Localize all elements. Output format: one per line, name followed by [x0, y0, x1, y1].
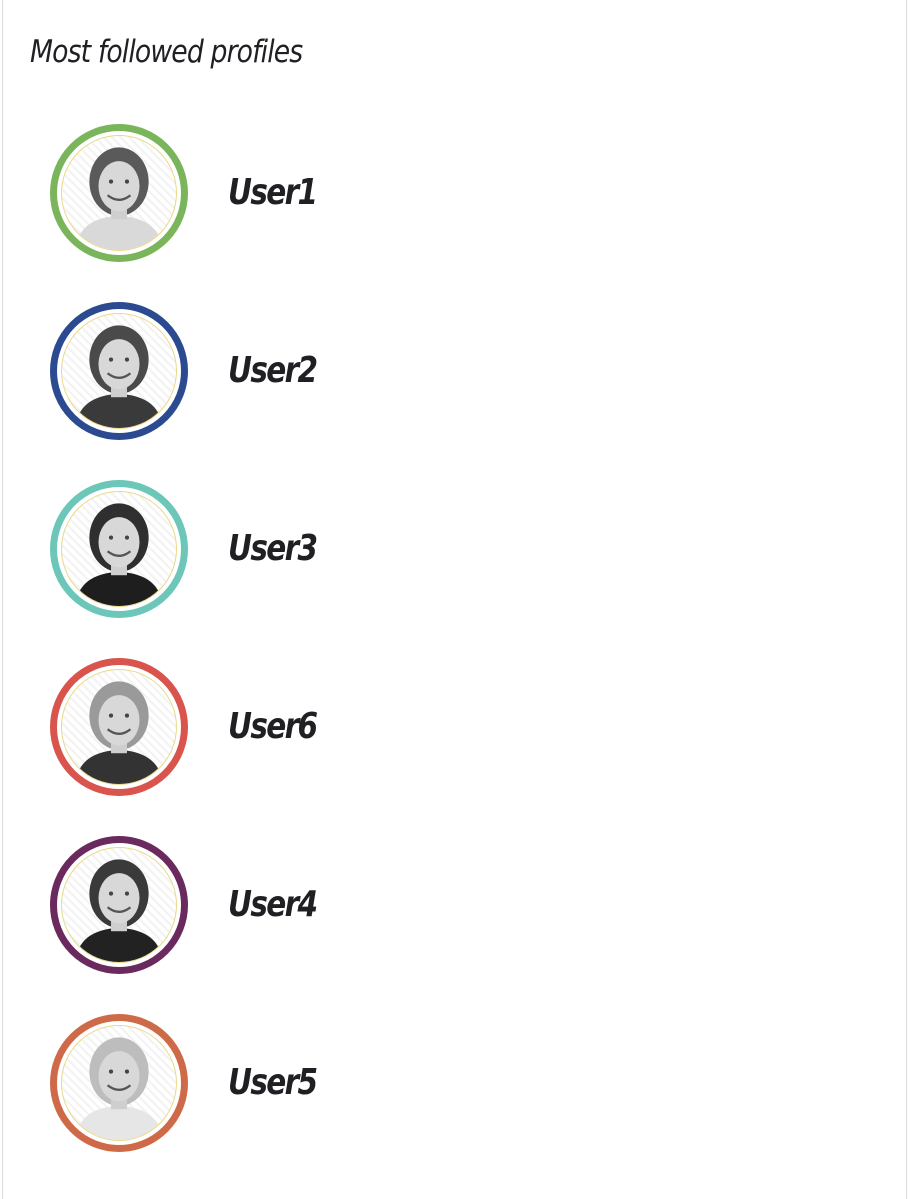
avatar-photo — [61, 135, 177, 251]
person-portrait-icon — [75, 859, 163, 962]
profile-name[interactable]: User6 — [228, 706, 318, 747]
profile-list: User1 User2 User3 User6 User4 User5 — [3, 124, 906, 1192]
profile-item-user1[interactable]: User1 — [3, 124, 906, 302]
person-portrait-icon — [75, 325, 163, 428]
profile-item-user4[interactable]: User4 — [3, 836, 906, 1014]
profile-name[interactable]: User5 — [228, 1062, 318, 1103]
avatar[interactable] — [50, 302, 188, 440]
profile-name[interactable]: User2 — [228, 350, 318, 391]
profile-item-user6[interactable]: User6 — [3, 658, 906, 836]
profile-name[interactable]: User4 — [228, 884, 318, 925]
profile-name[interactable]: User1 — [228, 172, 318, 213]
profile-item-user5[interactable]: User5 — [3, 1014, 906, 1192]
person-portrait-icon — [75, 503, 163, 606]
avatar[interactable] — [50, 124, 188, 262]
avatar-photo — [61, 847, 177, 963]
avatar[interactable] — [50, 1014, 188, 1152]
person-portrait-icon — [75, 1037, 163, 1140]
person-portrait-icon — [75, 147, 163, 250]
avatar[interactable] — [50, 480, 188, 618]
profile-name[interactable]: User3 — [228, 528, 318, 569]
avatar[interactable] — [50, 658, 188, 796]
most-followed-profiles-widget: Most followed profiles User1 User2 User3… — [2, 0, 907, 1199]
avatar[interactable] — [50, 836, 188, 974]
profile-item-user2[interactable]: User2 — [3, 302, 906, 480]
avatar-photo — [61, 491, 177, 607]
person-portrait-icon — [75, 681, 163, 784]
avatar-photo — [61, 1025, 177, 1141]
avatar-photo — [61, 669, 177, 785]
profile-item-user3[interactable]: User3 — [3, 480, 906, 658]
avatar-photo — [61, 313, 177, 429]
widget-title: Most followed profiles — [30, 34, 303, 70]
